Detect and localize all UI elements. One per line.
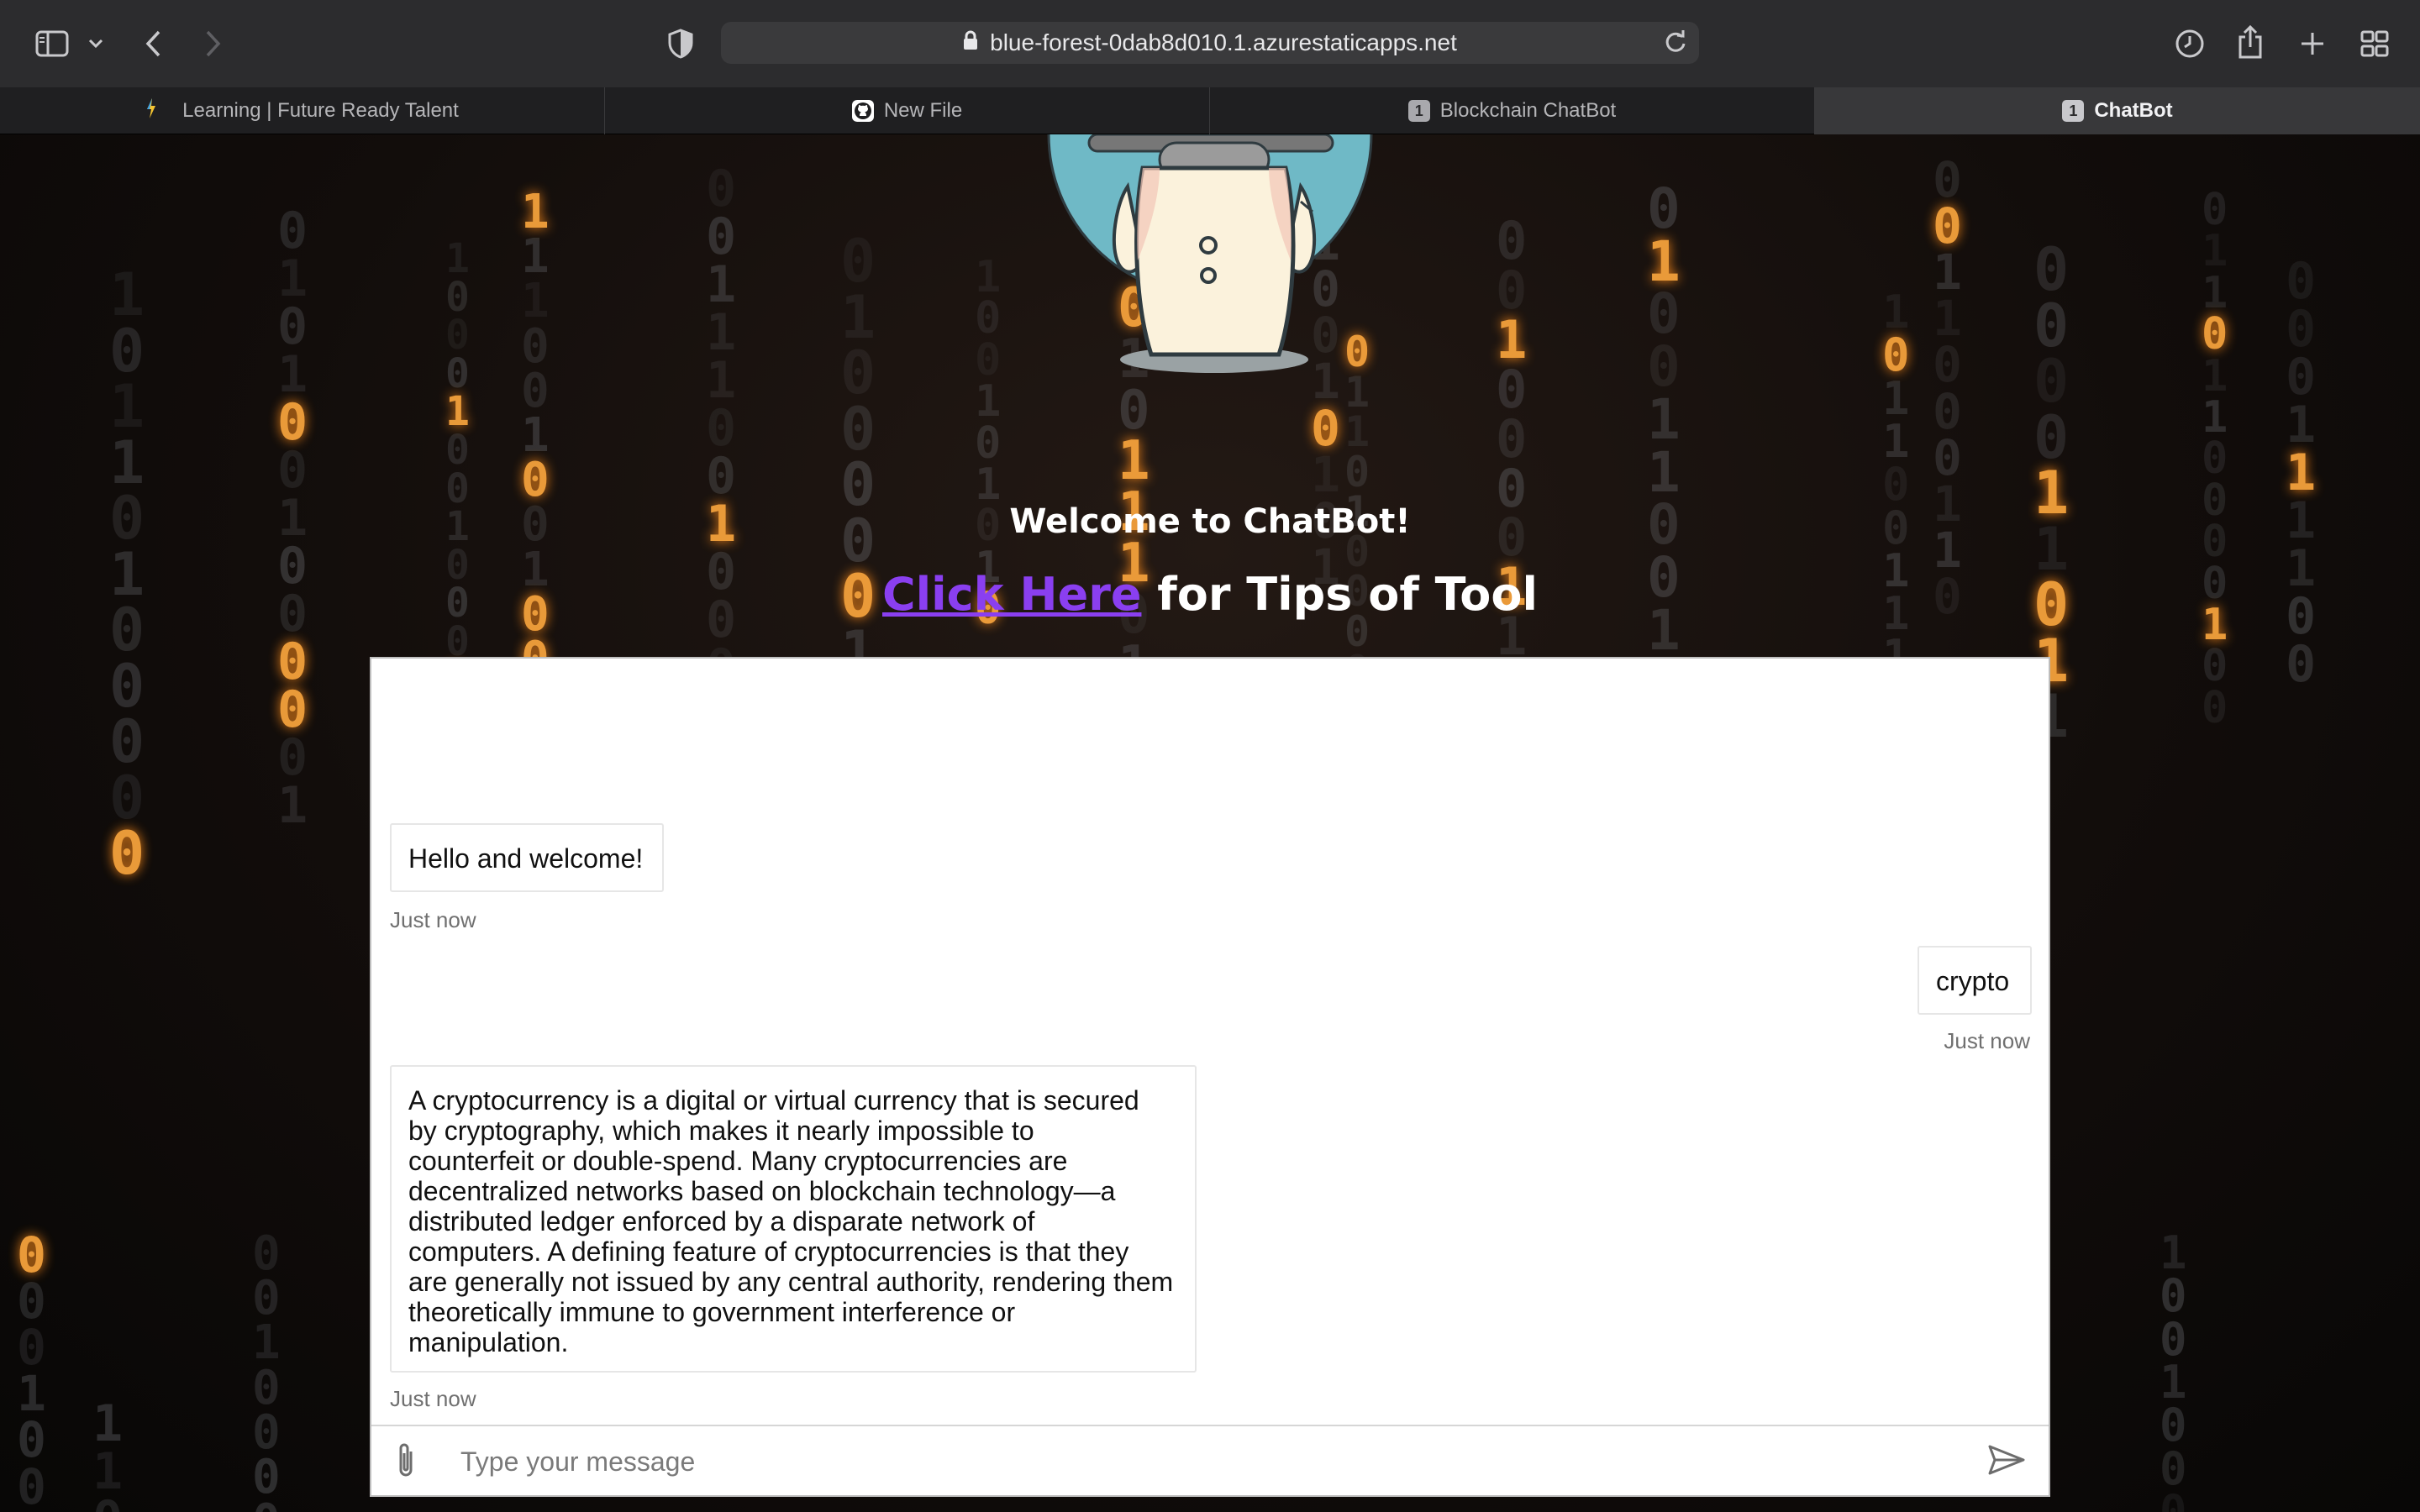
- message-timestamp: Just now: [390, 1386, 476, 1411]
- back-icon[interactable]: [138, 25, 168, 62]
- share-icon[interactable]: [2232, 22, 2269, 62]
- bot-message: Hello and welcome!: [390, 823, 664, 892]
- message-line: by cryptography, which makes it nearly i…: [408, 1116, 1034, 1146]
- tab-title: New File: [883, 99, 963, 122]
- message-line: are generally not issued by any central …: [408, 1267, 1174, 1297]
- forward-icon[interactable]: [198, 25, 229, 62]
- chat-window: Hello and welcome! Just now crypto Just …: [370, 657, 2050, 1497]
- bot-message: A cryptocurrency is a digital or virtual…: [390, 1065, 1197, 1373]
- binary-digit: 1: [277, 776, 308, 835]
- message-line: theoretically immune to government inter…: [408, 1297, 1016, 1327]
- message-timestamp: Just now: [390, 907, 476, 932]
- message-line: manipulation.: [408, 1327, 569, 1357]
- tab-learning[interactable]: Learning | Future Ready Talent: [0, 87, 605, 134]
- robot-mascot-image: [1047, 134, 1373, 373]
- binary-digit: 0: [92, 1490, 123, 1512]
- chevron-down-icon[interactable]: [86, 32, 106, 55]
- page-content: 1011010000001010010000011000100100011110…: [0, 134, 2420, 1512]
- binary-digit: 0: [252, 1494, 281, 1512]
- binary-digit: 0: [2202, 682, 2228, 733]
- history-icon[interactable]: [2171, 25, 2208, 62]
- welcome-heading: Welcome to ChatBot!: [1009, 502, 1411, 541]
- message-line: computers. A defining feature of cryptoc…: [408, 1236, 1129, 1267]
- new-tab-icon[interactable]: [2294, 25, 2331, 62]
- message-timestamp: Just now: [1944, 1028, 2030, 1053]
- message-line: A cryptocurrency is a digital or virtual…: [408, 1085, 1139, 1116]
- message-input[interactable]: [459, 1441, 1933, 1482]
- tips-link[interactable]: Click Here: [882, 568, 1141, 621]
- sidebar-toggle-icon[interactable]: [32, 27, 72, 60]
- send-icon[interactable]: [1988, 1445, 2025, 1479]
- tab-new-file[interactable]: New File: [605, 87, 1210, 134]
- tab-bar: Learning | Future Ready Talent New File …: [0, 87, 2420, 134]
- message-text: Hello and welcome!: [408, 843, 644, 874]
- binary-digit: 0: [2286, 635, 2317, 694]
- bolt-icon: [145, 97, 157, 124]
- message-line: distributed ledger enforced by a dispara…: [408, 1206, 1035, 1236]
- message-text: crypto: [1936, 966, 2010, 996]
- url-text: blue-forest-0dab8d010.1.azurestaticapps.…: [990, 29, 1457, 55]
- binary-digit: 0: [17, 1457, 46, 1512]
- tips-line: Click Here for Tips of Tool: [0, 568, 2420, 621]
- message-composer: [371, 1425, 2049, 1495]
- reload-icon[interactable]: [1664, 30, 1687, 60]
- privacy-shield-icon[interactable]: [664, 27, 697, 60]
- address-bar[interactable]: blue-forest-0dab8d010.1.azurestaticapps.…: [721, 22, 1699, 64]
- tab-title: Blockchain ChatBot: [1439, 99, 1617, 122]
- tab-title: Learning | Future Ready Talent: [182, 99, 459, 122]
- tab-chatbot[interactable]: 1 ChatBot: [1815, 87, 2420, 134]
- tab-title: ChatBot: [2094, 99, 2173, 122]
- tab-overview-icon[interactable]: [2356, 25, 2393, 62]
- number-badge-icon: 1: [1407, 100, 1430, 122]
- tab-blockchain-chatbot[interactable]: 1 Blockchain ChatBot: [1210, 87, 1815, 134]
- github-icon: [851, 100, 874, 122]
- user-message: crypto: [1918, 946, 2032, 1015]
- number-badge-icon: 1: [2062, 100, 2085, 122]
- message-line: counterfeit or double-spend. Many crypto…: [408, 1146, 1068, 1176]
- tips-text: for Tips of Tool: [1141, 568, 1538, 621]
- binary-digit: 0: [109, 819, 145, 888]
- browser-toolbar: blue-forest-0dab8d010.1.azurestaticapps.…: [0, 0, 2420, 87]
- lock-icon: [963, 29, 978, 56]
- binary-digit: 0: [2160, 1484, 2187, 1512]
- paperclip-icon[interactable]: [395, 1441, 417, 1484]
- message-line: decentralized networks based on blockcha…: [408, 1176, 1116, 1206]
